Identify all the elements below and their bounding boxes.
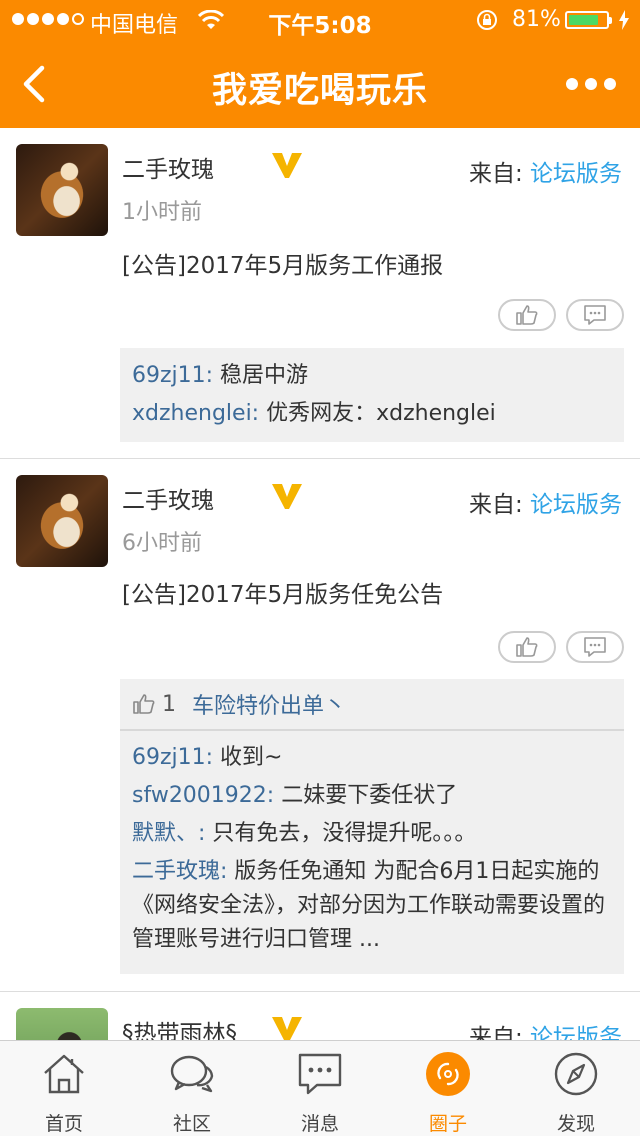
battery-percent: 81% [512, 7, 561, 32]
page-title: 我爱吃喝玩乐 [211, 71, 428, 111]
post-title[interactable]: [公告]2017年5月版务任免公告 [122, 575, 443, 609]
status-bar: 中国电信 下午5:08 81% [0, 0, 640, 40]
avatar[interactable] [16, 1008, 108, 1040]
charging-icon [619, 10, 629, 30]
author-name[interactable]: §热带雨林§ [122, 1014, 237, 1040]
source-forum-link[interactable]: 论坛版务 [530, 161, 622, 187]
post-card[interactable]: §热带雨林§ 来自: 论坛版务 [0, 992, 640, 1040]
top-bar: 中国电信 下午5:08 81% 我爱吃喝玩乐 [0, 0, 640, 128]
comment-text: 只有免去，没得提升呢。。。 [205, 821, 477, 846]
message-icon [298, 1053, 342, 1095]
like-summary: 1 车险特价出单丶 [120, 679, 624, 731]
avatar[interactable] [16, 144, 108, 236]
comment-button[interactable] [566, 631, 624, 663]
avatar[interactable] [16, 475, 108, 567]
circle-icon [426, 1052, 470, 1096]
vip-badge-icon [272, 153, 302, 178]
source-forum[interactable]: 来自: 论坛版务 [469, 485, 622, 519]
comment-item[interactable]: 默默、: 只有免去，没得提升呢。。。 [120, 815, 624, 853]
tab-bar: 首页 社区 消息 圈子 发现 [0, 1040, 640, 1136]
home-icon [44, 1054, 84, 1094]
rotation-lock-icon [477, 10, 497, 30]
author-name[interactable]: 二手玫瑰 [122, 150, 214, 184]
thumbs-up-icon [516, 637, 538, 657]
comment-text: 二妹要下委任状了 [274, 783, 458, 808]
source-forum[interactable]: 来自: 论坛版务 [469, 154, 622, 188]
comment-user[interactable]: xdzhenglei: [132, 401, 259, 426]
battery-icon [565, 11, 612, 29]
comment-item[interactable]: 69zj11: 收到~ [120, 739, 624, 777]
more-dots-icon [566, 78, 578, 90]
comment-user[interactable]: 69zj11: [132, 745, 213, 770]
tab-label: 社区 [172, 1113, 211, 1135]
comment-item[interactable]: xdzhenglei: 优秀网友：xdzhenglei [120, 395, 624, 433]
thumbs-up-icon [133, 694, 155, 714]
tab-home[interactable]: 首页 [0, 1041, 128, 1136]
comment-text: 优秀网友：xdzhenglei [259, 401, 496, 426]
post-card[interactable]: 二手玫瑰 来自: 论坛版务 1小时前 [公告]2017年5月版务工作通报 69z… [0, 128, 640, 459]
comment-item[interactable]: 69zj11: 稳居中游 [120, 357, 624, 395]
like-user[interactable]: 车险特价出单丶 [192, 688, 346, 720]
comment-icon [584, 305, 606, 325]
more-button[interactable] [566, 72, 616, 96]
comment-text: 稳居中游 [213, 363, 309, 388]
vip-badge-icon [272, 484, 302, 509]
comment-icon [584, 637, 606, 657]
tab-community[interactable]: 社区 [128, 1041, 256, 1136]
author-name[interactable]: 二手玫瑰 [122, 481, 214, 515]
comment-user[interactable]: sfw2001922: [132, 783, 274, 808]
post-time: 6小时前 [122, 531, 202, 556]
post-time: 1小时前 [122, 200, 202, 225]
source-forum-link[interactable]: 论坛版务 [530, 492, 622, 518]
tab-label: 发现 [556, 1113, 595, 1135]
like-button[interactable] [498, 631, 556, 663]
comment-user[interactable]: 二手玫瑰: [132, 859, 227, 884]
feed-list[interactable]: 二手玫瑰 来自: 论坛版务 1小时前 [公告]2017年5月版务工作通报 69z… [0, 128, 640, 1040]
comment-box: 69zj11: 稳居中游 xdzhenglei: 优秀网友：xdzhenglei [120, 348, 624, 442]
source-forum[interactable]: 来自: 论坛版务 [469, 1018, 622, 1040]
thumbs-up-icon [516, 305, 538, 325]
tab-label: 消息 [300, 1113, 339, 1135]
tab-circle[interactable]: 圈子 [384, 1041, 512, 1136]
like-count: 1 [162, 691, 176, 717]
source-forum-link[interactable]: 论坛版务 [530, 1025, 622, 1040]
comment-button[interactable] [566, 299, 624, 331]
comment-item[interactable]: 二手玫瑰: 版务任免通知 为配合6月1日起实施的《网络安全法》，对部分因为工作联… [120, 853, 624, 957]
vip-badge-icon [272, 1017, 302, 1040]
comment-user[interactable]: 69zj11: [132, 363, 213, 388]
post-card[interactable]: 二手玫瑰 来自: 论坛版务 6小时前 [公告]2017年5月版务任免公告 1 车… [0, 459, 640, 992]
post-title[interactable]: [公告]2017年5月版务工作通报 [122, 246, 443, 280]
comment-text: 收到~ [213, 745, 283, 770]
comment-box: 1 车险特价出单丶 69zj11: 收到~ sfw2001922: 二妹要下委任… [120, 679, 624, 974]
chat-bubbles-icon [170, 1055, 214, 1093]
tab-label: 圈子 [428, 1113, 467, 1135]
tab-discover[interactable]: 发现 [512, 1041, 640, 1136]
navigation-bar: 我爱吃喝玩乐 [0, 40, 640, 128]
comment-user[interactable]: 默默、: [132, 821, 205, 846]
compass-icon [554, 1052, 598, 1096]
like-button[interactable] [498, 299, 556, 331]
comment-item[interactable]: sfw2001922: 二妹要下委任状了 [120, 777, 624, 815]
tab-label: 首页 [44, 1113, 83, 1135]
tab-messages[interactable]: 消息 [256, 1041, 384, 1136]
